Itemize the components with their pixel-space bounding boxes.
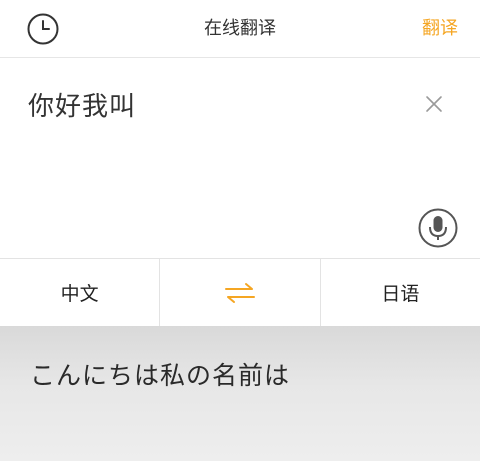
history-button[interactable] <box>26 12 60 46</box>
target-language-button[interactable]: 日语 <box>321 259 480 326</box>
source-language-button[interactable]: 中文 <box>0 259 159 326</box>
microphone-icon <box>418 208 458 248</box>
voice-input-button[interactable] <box>418 208 458 248</box>
clock-icon <box>27 13 59 45</box>
source-text-panel[interactable]: 你好我叫 <box>0 58 480 258</box>
source-text-input[interactable]: 你好我叫 <box>28 86 136 123</box>
language-selector-bar: 中文 日语 <box>0 258 480 326</box>
translate-button[interactable]: 翻译 <box>422 0 458 58</box>
translation-result-panel: こんにちは私の名前は <box>0 326 480 461</box>
swap-arrows-icon <box>224 282 255 303</box>
top-bar: 在线翻译 翻译 <box>0 0 480 58</box>
swap-languages-button[interactable] <box>159 259 321 326</box>
clear-button[interactable] <box>424 94 444 114</box>
page-title: 在线翻译 <box>204 18 276 39</box>
translation-result-text: こんにちは私の名前は <box>30 361 291 390</box>
close-icon <box>426 96 442 112</box>
